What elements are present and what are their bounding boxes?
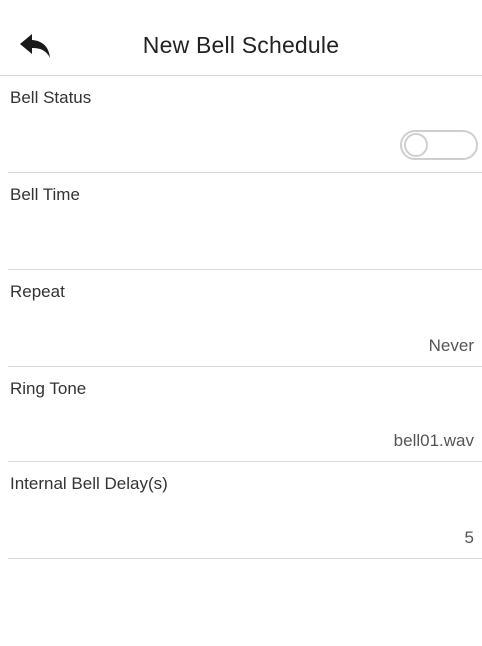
bell-status-row[interactable]: Bell Status — [8, 76, 482, 173]
bell-status-label: Bell Status — [10, 88, 92, 107]
repeat-label: Repeat — [10, 282, 65, 301]
ring-tone-value: bell01.wav — [393, 431, 474, 450]
internal-bell-delay-value: 5 — [464, 528, 474, 547]
status-strip — [0, 0, 482, 18]
page-title: New Bell Schedule — [142, 32, 340, 58]
left-edge — [0, 76, 8, 646]
ring-tone-row[interactable]: Ring Tone bell01.wav — [8, 367, 482, 462]
bell-time-label: Bell Time — [10, 185, 80, 204]
repeat-value: Never — [428, 336, 474, 355]
bell-time-row[interactable]: Bell Time — [8, 173, 482, 270]
bell-status-toggle[interactable] — [400, 130, 478, 160]
toggle-knob — [404, 133, 428, 157]
internal-bell-delay-row[interactable]: Internal Bell Delay(s) 5 — [8, 462, 482, 559]
repeat-row[interactable]: Repeat Never — [8, 270, 482, 367]
ring-tone-label: Ring Tone — [10, 379, 87, 398]
header-bar: New Bell Schedule — [0, 18, 482, 76]
bell-schedule-screen: New Bell Schedule Bell Status Bell Time … — [0, 0, 482, 646]
internal-bell-delay-label: Internal Bell Delay(s) — [10, 474, 168, 493]
